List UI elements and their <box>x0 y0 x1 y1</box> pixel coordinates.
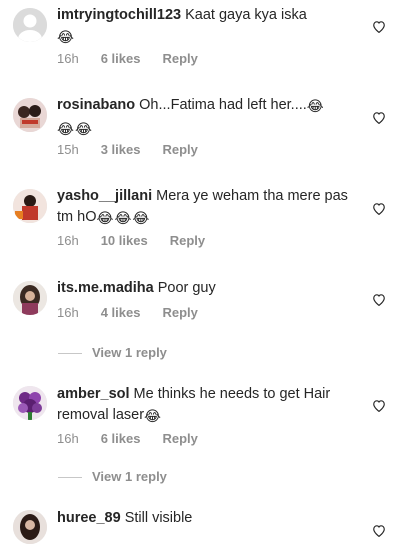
comment-text: its.me.madiha Poor guy <box>57 278 362 299</box>
avatar[interactable] <box>13 98 47 132</box>
laughing-emoji-icon: 😂 <box>74 122 92 138</box>
comment-meta: 15h 3 likes Reply <box>57 142 220 157</box>
comment-meta: 16h 10 likes Reply <box>57 233 227 248</box>
comment-body: Kaat gaya kya iska <box>185 7 307 23</box>
heart-icon[interactable] <box>372 399 386 412</box>
comment-time: 16h <box>57 51 79 66</box>
comment-body: Oh...Fatima had left her.... <box>139 97 307 113</box>
laughing-emoji-icon: 😂 <box>144 409 161 425</box>
reply-button[interactable]: Reply <box>162 51 197 66</box>
view-replies-label: View 1 reply <box>92 345 167 360</box>
laughing-emoji-icon: 😂 <box>96 211 114 227</box>
avatar[interactable] <box>13 281 47 315</box>
view-replies-button[interactable]: View 1 reply <box>58 469 167 484</box>
avatar[interactable] <box>13 386 47 420</box>
comment-text: rosinabano Oh...Fatima had left her....😂 … <box>57 95 362 141</box>
heart-icon[interactable] <box>372 20 386 33</box>
comment-username[interactable]: rosinabano <box>57 97 135 113</box>
comment-username[interactable]: imtryingtochill123 <box>57 7 181 23</box>
comment-meta: 16h 6 likes Reply <box>57 431 220 446</box>
comment-text: huree_89 Still visible <box>57 508 362 529</box>
heart-icon[interactable] <box>372 202 386 215</box>
comment-likes[interactable]: 3 likes <box>101 142 141 157</box>
comment-meta: 16h 4 likes Reply <box>57 305 220 320</box>
comment-likes[interactable]: 6 likes <box>101 51 141 66</box>
comment-text: imtryingtochill123 Kaat gaya kya iska 😂 <box>57 5 362 49</box>
comment-time: 15h <box>57 142 79 157</box>
reply-button[interactable]: Reply <box>162 142 197 157</box>
comment-likes[interactable]: 4 likes <box>101 305 141 320</box>
comment-likes[interactable]: 10 likes <box>101 233 148 248</box>
comment-text: yasho__jillani Mera ye weham tha mere pas… <box>57 186 362 230</box>
view-replies-button[interactable]: View 1 reply <box>58 345 167 360</box>
comment-username[interactable]: amber_sol <box>57 386 130 402</box>
avatar[interactable] <box>13 8 47 42</box>
comment-username[interactable]: huree_89 <box>57 510 121 526</box>
view-replies-line <box>58 353 82 355</box>
comment-likes[interactable]: 6 likes <box>101 431 141 446</box>
laughing-emoji-icon: 😂 <box>57 30 74 46</box>
comment-username[interactable]: yasho__jillani <box>57 188 152 204</box>
reply-button[interactable]: Reply <box>170 233 205 248</box>
avatar[interactable] <box>13 510 47 544</box>
comment-time: 16h <box>57 233 79 248</box>
heart-icon[interactable] <box>372 293 386 306</box>
reply-button[interactable]: Reply <box>162 305 197 320</box>
comment-body: Still visible <box>124 510 193 526</box>
laughing-emoji-icon: 😂 <box>306 99 324 115</box>
comment-body: Poor guy <box>157 280 216 296</box>
laughing-emoji-icon: 😂 <box>57 122 74 138</box>
view-replies-line <box>58 477 82 479</box>
heart-icon[interactable] <box>372 111 386 124</box>
heart-icon[interactable] <box>372 524 386 537</box>
comment-text: amber_sol Me thinks he needs to get Hair … <box>57 384 362 428</box>
comment-time: 16h <box>57 431 79 446</box>
comment-meta: 16h 6 likes Reply <box>57 51 220 66</box>
comment-username[interactable]: its.me.madiha <box>57 280 154 296</box>
avatar[interactable] <box>13 189 47 223</box>
laughing-emoji-icon: 😂 <box>132 211 150 227</box>
laughing-emoji-icon: 😂 <box>114 211 132 227</box>
reply-button[interactable]: Reply <box>162 431 197 446</box>
comment-time: 16h <box>57 305 79 320</box>
view-replies-label: View 1 reply <box>92 469 167 484</box>
